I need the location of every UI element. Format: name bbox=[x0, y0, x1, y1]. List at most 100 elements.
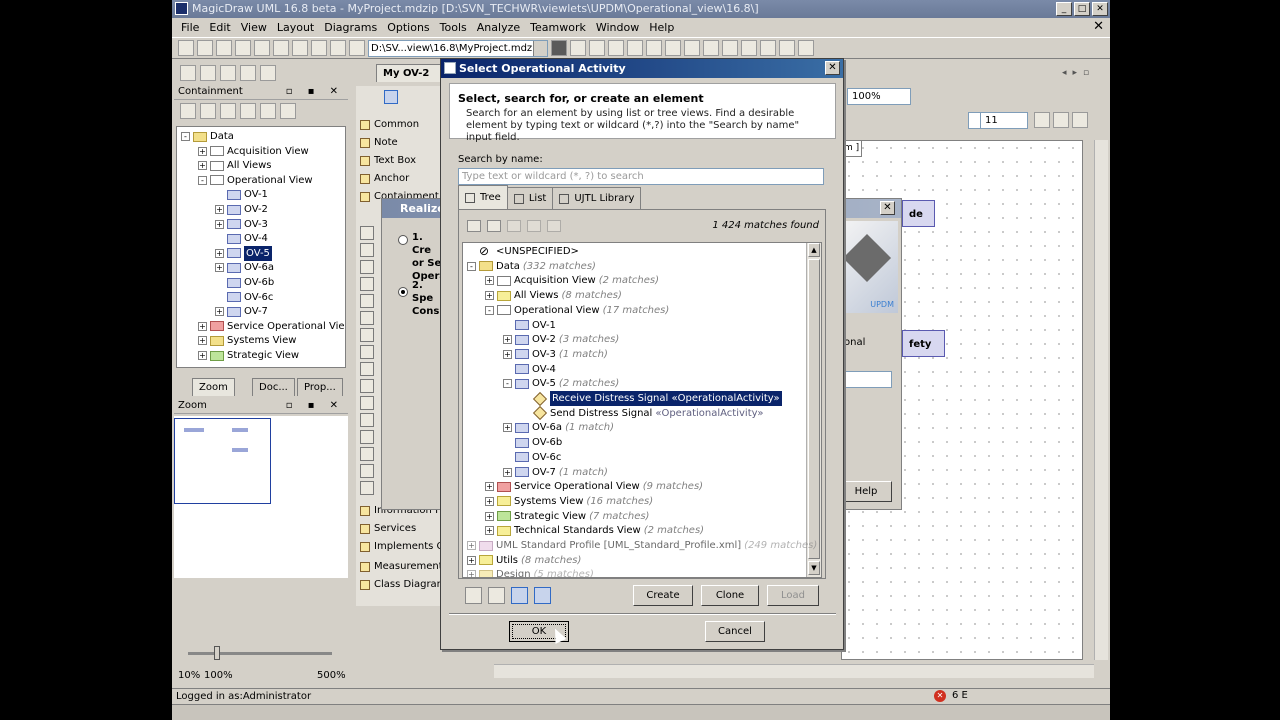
expand-icon[interactable]: + bbox=[485, 291, 494, 301]
tree-item[interactable]: OV-4 bbox=[503, 362, 556, 377]
expand-icon[interactable]: + bbox=[503, 335, 512, 345]
show-tree-icon[interactable] bbox=[511, 587, 528, 604]
toolbar-icon-d[interactable] bbox=[608, 40, 624, 56]
expand-icon[interactable]: + bbox=[485, 526, 494, 536]
tree-item[interactable]: + All Views (8 matches) bbox=[485, 288, 622, 303]
minimize-button[interactable]: _ bbox=[1056, 2, 1072, 16]
toolbar-icon-f[interactable] bbox=[646, 40, 662, 56]
move-down-icon[interactable] bbox=[527, 220, 541, 232]
menu-file[interactable]: File bbox=[176, 21, 204, 34]
tree-item[interactable]: + All Views bbox=[198, 158, 272, 173]
tree-item[interactable]: - Operational View bbox=[198, 173, 313, 188]
palette-tool-icon[interactable] bbox=[360, 294, 374, 308]
menu-help[interactable]: Help bbox=[644, 21, 679, 34]
search-input[interactable]: Type text or wildcard (*, ?) to search bbox=[458, 168, 824, 185]
expand-icon[interactable]: + bbox=[198, 351, 207, 360]
format-icon-c[interactable] bbox=[1072, 112, 1088, 128]
tree-item[interactable]: + Systems View bbox=[198, 333, 296, 348]
tree-item[interactable]: - Operational View (17 matches) bbox=[485, 303, 669, 318]
settings-icon[interactable] bbox=[220, 103, 236, 119]
toolbar-icon-k[interactable] bbox=[741, 40, 757, 56]
expand-icon[interactable]: + bbox=[198, 336, 207, 346]
expand-icon[interactable]: + bbox=[215, 263, 224, 273]
tree-item[interactable]: + Design (5 matches) bbox=[467, 567, 594, 577]
auto-expand-icon[interactable] bbox=[534, 587, 551, 604]
camel-case-icon[interactable] bbox=[488, 587, 505, 604]
tree-item[interactable]: + Service Operational Vie bbox=[198, 319, 345, 334]
menu-diagrams[interactable]: Diagrams bbox=[319, 21, 382, 34]
collapse-icon[interactable]: - bbox=[181, 132, 190, 141]
filter-icon[interactable] bbox=[465, 587, 482, 604]
expand-icon[interactable]: + bbox=[485, 511, 494, 521]
chevron-down-icon[interactable] bbox=[533, 40, 547, 56]
open-project-icon[interactable] bbox=[197, 40, 213, 56]
expand-icon[interactable]: + bbox=[485, 482, 494, 492]
palette-tool-icon[interactable] bbox=[360, 345, 374, 359]
tree-item[interactable]: + Technical Standards View (2 matches) bbox=[485, 523, 704, 538]
inheritance-tab-icon[interactable] bbox=[200, 65, 216, 81]
expand-icon[interactable]: + bbox=[215, 219, 224, 229]
menu-layout[interactable]: Layout bbox=[272, 21, 319, 34]
palette-tool-icon[interactable] bbox=[360, 260, 374, 274]
tree-item[interactable]: + Strategic View (7 matches) bbox=[485, 509, 649, 524]
collapse-icon[interactable]: - bbox=[485, 305, 494, 315]
copy-icon[interactable] bbox=[254, 40, 270, 56]
tree-item[interactable]: - Data (332 matches) bbox=[467, 259, 596, 274]
expand-all-icon[interactable] bbox=[467, 220, 481, 232]
element-tree[interactable]: ▲ ▼ ⊘ <UNSPECIFIED> - Data (332 matches) + Acq… bbox=[462, 242, 822, 578]
expand-icon[interactable]: + bbox=[467, 555, 476, 565]
tree-item[interactable]: + OV-2 bbox=[215, 202, 268, 217]
toolbar-icon-i[interactable] bbox=[703, 40, 719, 56]
radio-create[interactable] bbox=[398, 235, 408, 245]
palette-tool-icon[interactable] bbox=[360, 396, 374, 410]
toolbar-icon-e[interactable] bbox=[627, 40, 643, 56]
video-scrubber[interactable] bbox=[172, 704, 1110, 720]
collapse-all-icon[interactable] bbox=[180, 103, 196, 119]
tab-nav-icons[interactable]: ◂▸▫ bbox=[1062, 68, 1095, 78]
panel-controls-icon[interactable]: ▫ ▪ ✕ bbox=[286, 398, 344, 414]
clone-button[interactable]: Clone bbox=[701, 585, 759, 606]
tree-item[interactable]: OV-4 bbox=[215, 231, 268, 246]
tree-item[interactable]: ⊘ <UNSPECIFIED> bbox=[467, 244, 579, 259]
tree-vscroll[interactable]: ▲ ▼ bbox=[806, 243, 821, 577]
collapse-icon[interactable]: - bbox=[503, 379, 512, 389]
toolbar-icon-c[interactable] bbox=[589, 40, 605, 56]
paste-icon[interactable] bbox=[273, 40, 289, 56]
close-icon[interactable]: ✕ bbox=[880, 201, 895, 215]
move-up-icon[interactable] bbox=[507, 220, 521, 232]
tree-item[interactable]: + Acquisition View bbox=[198, 144, 309, 159]
radio-specify[interactable] bbox=[398, 287, 408, 297]
toolbar-icon-n[interactable] bbox=[798, 40, 814, 56]
palette-tool-icon[interactable] bbox=[360, 311, 374, 325]
expand-icon[interactable]: + bbox=[467, 570, 476, 577]
format-icon-b[interactable] bbox=[1053, 112, 1069, 128]
palette-item[interactable]: Common bbox=[356, 116, 440, 134]
toolbar-icon-g[interactable] bbox=[665, 40, 681, 56]
toolbar-icon-b[interactable] bbox=[570, 40, 586, 56]
show-full-types-icon[interactable] bbox=[200, 103, 216, 119]
toolbar-icon-l[interactable] bbox=[760, 40, 776, 56]
diagrams-tab-icon[interactable] bbox=[220, 65, 236, 81]
menu-options[interactable]: Options bbox=[382, 21, 434, 34]
tab-properties[interactable]: Prop... bbox=[297, 378, 343, 396]
palette-tool-icon[interactable] bbox=[360, 447, 374, 461]
open-icon[interactable] bbox=[280, 103, 296, 119]
undo-icon[interactable] bbox=[311, 40, 327, 56]
tab-tree[interactable]: Tree bbox=[458, 185, 508, 209]
tab-list[interactable]: List bbox=[506, 187, 554, 209]
expand-icon[interactable]: + bbox=[215, 205, 224, 214]
palette-tool-icon[interactable] bbox=[360, 413, 374, 427]
tree-item[interactable]: OV-1 bbox=[503, 318, 556, 333]
tree-item[interactable]: + OV-7 (1 match) bbox=[503, 465, 608, 480]
validate-icon[interactable] bbox=[349, 40, 365, 56]
tree-item[interactable]: + OV-6a bbox=[215, 260, 274, 275]
find-icon[interactable] bbox=[292, 40, 308, 56]
tree-item[interactable]: - OV-5 (2 matches) bbox=[503, 376, 619, 391]
model-browser-tab-icon[interactable] bbox=[180, 65, 196, 81]
error-count[interactable]: 6 E bbox=[952, 688, 968, 704]
expand-icon[interactable]: + bbox=[215, 307, 224, 317]
create-button[interactable]: Create bbox=[633, 585, 693, 606]
expand-icon[interactable]: + bbox=[485, 276, 494, 286]
scroll-up-icon[interactable]: ▲ bbox=[808, 243, 820, 257]
format-icon-a[interactable] bbox=[1034, 112, 1050, 128]
